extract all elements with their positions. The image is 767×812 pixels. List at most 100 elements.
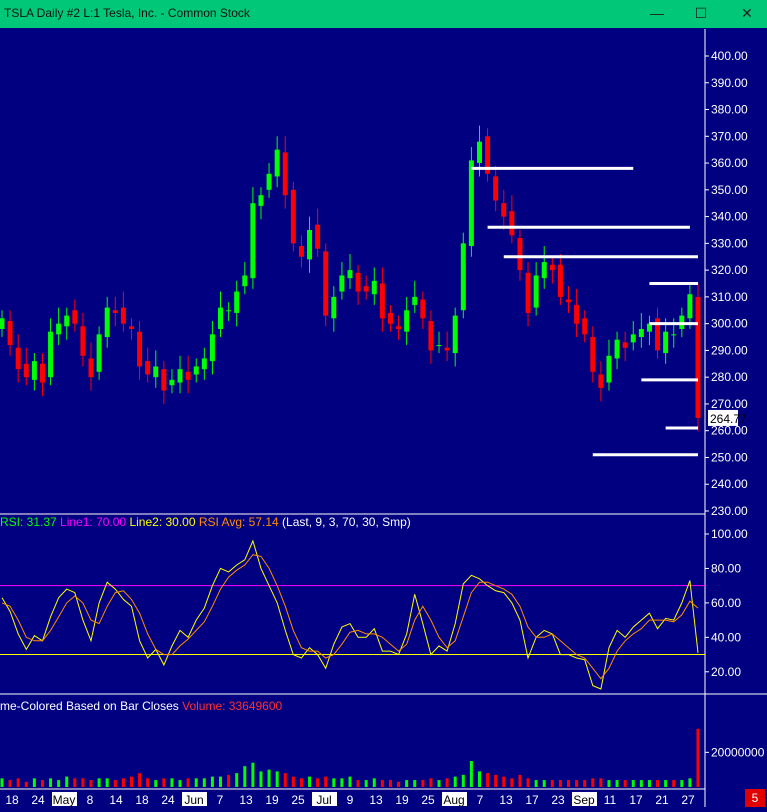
volume-label: me-Colored Based on Bar Closes: [0, 699, 179, 713]
last-price-label: 264.77: [710, 412, 747, 426]
candle-body: [64, 315, 70, 327]
candle-body: [193, 366, 199, 375]
candle-body: [88, 358, 94, 378]
square-icon: ☐: [694, 5, 708, 21]
price-tick-label: 320.00: [711, 263, 748, 277]
stock-chart[interactable]: 400.00 390.00 380.00 370.00 360.00 350.00 340.…: [0, 29, 767, 807]
candle-body: [153, 366, 159, 378]
x-tick-label: May: [53, 793, 76, 807]
volume-bar: [267, 769, 271, 787]
candle-body: [331, 296, 337, 319]
volume-bar: [680, 780, 684, 787]
price-tick-label: 240.00: [711, 477, 748, 491]
x-tick-label: 19: [265, 793, 279, 807]
candle-body: [630, 334, 636, 343]
line2-value: Line2: 30.00: [129, 515, 196, 529]
x-tick-label: 7: [217, 793, 224, 807]
candle-body: [452, 315, 458, 354]
x-tick-label: 21: [655, 793, 669, 807]
volume-bar: [615, 780, 619, 787]
volume-bar: [162, 778, 166, 787]
volume-bar: [49, 778, 53, 787]
volume-bar: [24, 781, 28, 787]
minimize-button[interactable]: —: [646, 3, 668, 23]
volume-bar: [623, 780, 627, 787]
price-tick-label: 330.00: [711, 236, 748, 250]
volume-bar: [259, 771, 263, 787]
candle-body: [695, 296, 701, 418]
volume-bar: [696, 728, 700, 787]
volume-bar: [647, 780, 651, 787]
volume-bar: [291, 776, 295, 787]
chart-area[interactable]: 400.00 390.00 380.00 370.00 360.00 350.00 340.…: [0, 29, 767, 807]
price-tick-label: 280.00: [711, 370, 748, 384]
close-button[interactable]: ✕: [736, 3, 758, 23]
candle-body: [48, 331, 54, 378]
volume-bar: [113, 780, 117, 787]
price-tick-label: 230.00: [711, 504, 748, 518]
x-tick-label: Jun: [184, 793, 203, 807]
candle-body: [566, 299, 572, 303]
x-tick-label: 18: [5, 793, 19, 807]
price-tick-label: 290.00: [711, 343, 748, 357]
volume-bar: [154, 780, 158, 787]
candle-body: [266, 173, 272, 190]
candle-body: [460, 243, 466, 311]
rsi-avg-value: RSI Avg: 57.14: [198, 515, 279, 529]
volume-bar: [631, 780, 635, 787]
candle-body: [598, 374, 604, 388]
candle-body: [428, 320, 434, 351]
volume-bar: [283, 773, 287, 787]
volume-bar: [178, 780, 182, 787]
volume-bar: [356, 780, 360, 787]
candle-body: [234, 291, 240, 313]
volume-bar: [251, 762, 255, 787]
price-tick-label: 380.00: [711, 103, 748, 117]
minus-icon: —: [650, 5, 664, 21]
rsi-tick-label: 40.00: [711, 630, 741, 644]
candle-body: [387, 312, 393, 324]
candle-body: [582, 318, 588, 335]
volume-bar: [340, 778, 344, 787]
volume-value: Volume: 33649600: [182, 699, 283, 713]
volume-bar: [32, 778, 36, 787]
x-tick-label: 27: [681, 793, 695, 807]
rsi-tick-label: 60.00: [711, 596, 741, 610]
candle-body: [185, 371, 191, 380]
candle-body: [120, 307, 126, 324]
volume-bar: [510, 778, 514, 787]
maximize-button[interactable]: ☐: [690, 3, 712, 23]
volume-bar: [105, 778, 109, 787]
candle-body: [363, 286, 369, 292]
candle-body: [161, 369, 167, 391]
candle-body: [15, 347, 21, 370]
x-tick-label: 9: [347, 793, 354, 807]
volume-bar: [575, 780, 579, 787]
volume-bar: [219, 776, 223, 787]
volume-bar: [8, 780, 12, 787]
candle-body: [307, 229, 313, 260]
volume-bar: [210, 776, 214, 787]
rsi-params: (Last, 9, 3, 70, 30, Smp): [282, 515, 411, 529]
candle-body: [201, 358, 207, 370]
volume-bar: [453, 776, 457, 787]
candle-body: [145, 361, 151, 375]
volume-bar: [202, 778, 206, 787]
volume-bar: [599, 778, 603, 787]
rsi-series-line: [1, 539, 699, 690]
price-tick-label: 270.00: [711, 397, 748, 411]
volume-bar: [316, 778, 320, 787]
volume-bar: [550, 780, 554, 787]
price-tick-label: 360.00: [711, 156, 748, 170]
candle-body: [242, 275, 248, 287]
volume-bar: [486, 773, 490, 787]
line1-value: Line1: 70.00: [60, 515, 127, 529]
volume-bar: [170, 778, 174, 787]
x-tick-label: 8: [87, 793, 94, 807]
candle-body: [177, 369, 183, 383]
volume-bar: [656, 780, 660, 787]
candle-body: [72, 310, 78, 324]
candle-body: [128, 326, 134, 329]
volume-tick-label: 20000000: [711, 745, 765, 759]
volume-legend: me-Colored Based on Bar Closes Volume: 3…: [0, 699, 282, 713]
